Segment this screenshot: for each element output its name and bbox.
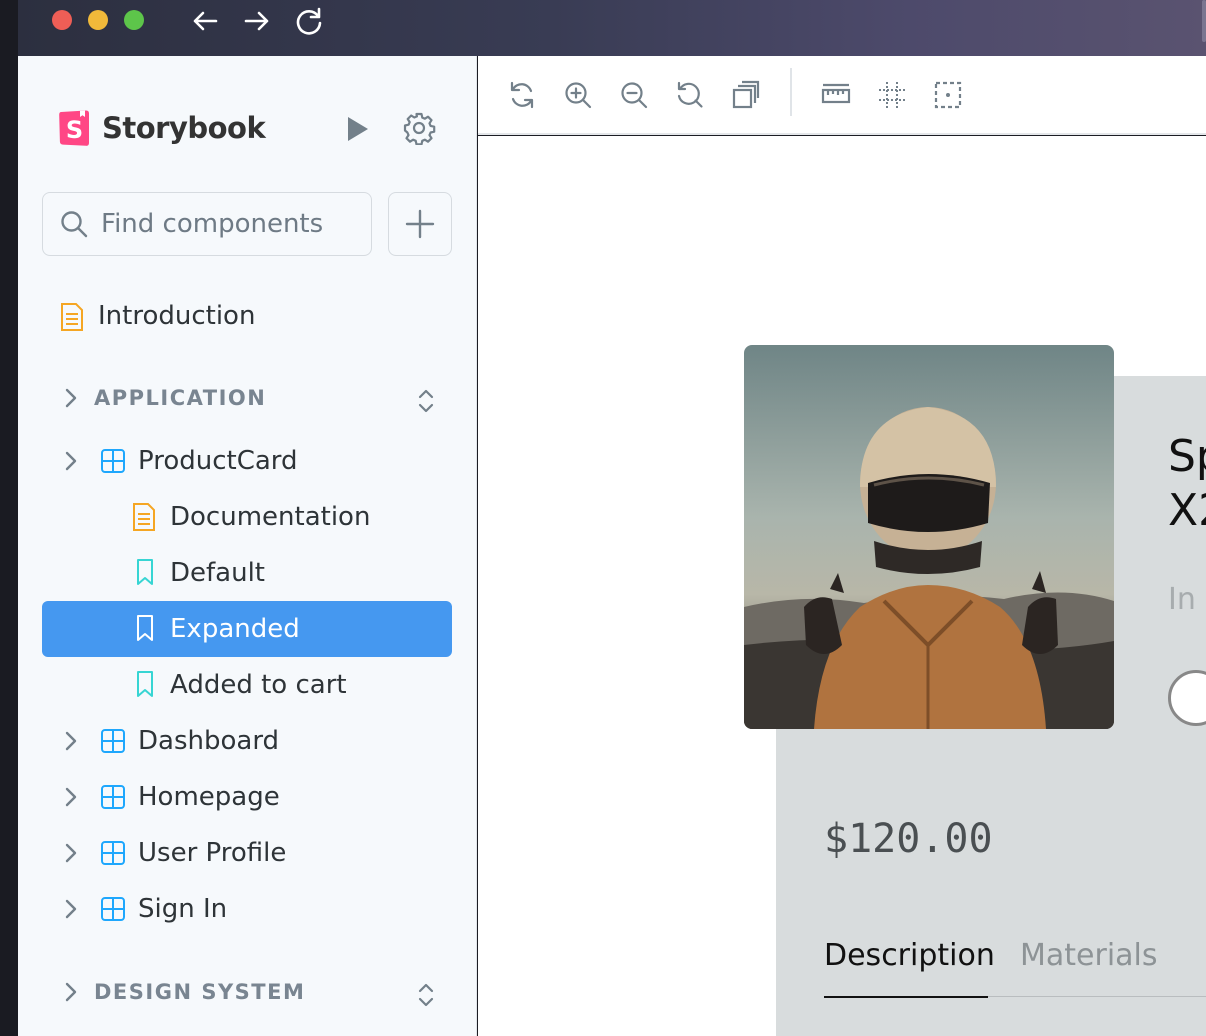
sidebar: S Storybook Introduction APPLICATION Pro… bbox=[18, 56, 477, 1036]
chevron-right-icon bbox=[65, 843, 77, 863]
sidebar-item-label: Documentation bbox=[170, 502, 371, 532]
zoom-in-icon[interactable] bbox=[563, 80, 593, 110]
product-title-line-1: Sp bbox=[1168, 431, 1206, 482]
chevron-right-icon bbox=[65, 899, 77, 919]
component-icon bbox=[101, 449, 125, 473]
toolbar-divider bbox=[790, 68, 792, 116]
chevron-right-icon bbox=[65, 451, 77, 471]
reload-icon[interactable] bbox=[294, 6, 324, 36]
plus-icon bbox=[405, 209, 435, 239]
play-icon[interactable] bbox=[342, 114, 372, 144]
group-label-design-system[interactable]: DESIGN SYSTEM bbox=[94, 980, 305, 1004]
bookmark-icon bbox=[137, 559, 153, 585]
sidebar-item-default[interactable]: Default bbox=[42, 545, 452, 601]
sidebar-item-productcard[interactable]: ProductCard bbox=[42, 433, 452, 489]
document-icon bbox=[133, 503, 155, 531]
sidebar-item-label: Homepage bbox=[138, 782, 280, 812]
component-icon bbox=[101, 897, 125, 921]
product-subtitle: In s bbox=[1168, 582, 1206, 617]
maximize-window-button[interactable] bbox=[124, 10, 144, 30]
storybook-logo-icon: S bbox=[59, 110, 89, 146]
svg-text:S: S bbox=[66, 116, 83, 144]
sidebar-item-added-to-cart[interactable]: Added to cart bbox=[42, 657, 452, 713]
brand-name: Storybook bbox=[102, 111, 266, 145]
sidebar-item-label: Dashboard bbox=[138, 726, 280, 756]
sidebar-item-introduction[interactable]: Introduction bbox=[42, 288, 452, 344]
product-title-line-2: X2 bbox=[1168, 485, 1206, 536]
sidebar-item-label: Added to cart bbox=[170, 670, 347, 700]
component-icon bbox=[101, 729, 125, 753]
window-edge bbox=[1202, 0, 1206, 42]
forward-arrow-icon[interactable] bbox=[242, 6, 272, 36]
grid-icon[interactable] bbox=[877, 80, 907, 110]
chevron-right-icon bbox=[65, 787, 77, 807]
sidebar-item-expanded[interactable]: Expanded bbox=[42, 601, 452, 657]
group-label-application[interactable]: APPLICATION bbox=[94, 386, 266, 410]
outline-icon[interactable] bbox=[933, 80, 963, 110]
gear-icon[interactable] bbox=[402, 111, 436, 145]
chevron-right-icon[interactable] bbox=[62, 385, 80, 411]
sidebar-item-label: User Profile bbox=[138, 838, 287, 868]
desktop-edge bbox=[0, 0, 18, 1036]
active-tab-indicator bbox=[824, 996, 988, 998]
sidebar-item-user-profile[interactable]: User Profile bbox=[42, 825, 452, 881]
back-arrow-icon[interactable] bbox=[190, 6, 220, 36]
minimize-window-button[interactable] bbox=[88, 10, 108, 30]
sidebar-item-sign-in[interactable]: Sign In bbox=[42, 881, 452, 937]
reset-zoom-icon[interactable] bbox=[675, 80, 705, 110]
sidebar-item-homepage[interactable]: Homepage bbox=[42, 769, 452, 825]
bookmark-icon bbox=[137, 615, 153, 641]
search-input[interactable] bbox=[101, 209, 361, 239]
tab-materials[interactable]: Materials bbox=[1020, 938, 1158, 973]
search-icon bbox=[61, 211, 88, 238]
bookmark-icon bbox=[137, 671, 153, 697]
product-image bbox=[744, 345, 1114, 729]
measure-icon[interactable] bbox=[821, 80, 851, 110]
product-price: $120.00 bbox=[824, 816, 993, 862]
remount-icon[interactable] bbox=[507, 80, 537, 110]
create-button[interactable] bbox=[388, 192, 452, 256]
tab-divider bbox=[988, 996, 1206, 997]
browser-titlebar bbox=[18, 0, 1206, 56]
sidebar-item-documentation[interactable]: Documentation bbox=[42, 489, 452, 545]
sidebar-item-label: Expanded bbox=[170, 614, 300, 644]
preview-toolbar bbox=[478, 56, 1206, 135]
chevron-right-icon[interactable] bbox=[62, 979, 80, 1005]
component-icon bbox=[101, 841, 125, 865]
document-icon bbox=[61, 303, 83, 331]
sidebar-item-label: Sign In bbox=[138, 894, 228, 924]
background-icon[interactable] bbox=[731, 80, 761, 110]
chevron-right-icon bbox=[65, 731, 77, 751]
expand-collapse-icon[interactable] bbox=[416, 387, 436, 415]
product-title: Sp X2 bbox=[1168, 430, 1206, 538]
close-window-button[interactable] bbox=[52, 10, 72, 30]
sidebar-item-dashboard[interactable]: Dashboard bbox=[42, 713, 452, 769]
sidebar-item-label: Introduction bbox=[98, 301, 256, 331]
sidebar-item-label: Default bbox=[170, 558, 265, 588]
preview-canvas: Sp X2 In s $120.00 Description Materials bbox=[478, 136, 1206, 1036]
expand-collapse-icon[interactable] bbox=[416, 981, 436, 1009]
zoom-out-icon[interactable] bbox=[619, 80, 649, 110]
brand[interactable]: S Storybook bbox=[58, 106, 266, 150]
search-box bbox=[42, 192, 372, 256]
component-icon bbox=[101, 785, 125, 809]
tab-description[interactable]: Description bbox=[824, 938, 995, 973]
sidebar-item-label: ProductCard bbox=[138, 446, 298, 476]
